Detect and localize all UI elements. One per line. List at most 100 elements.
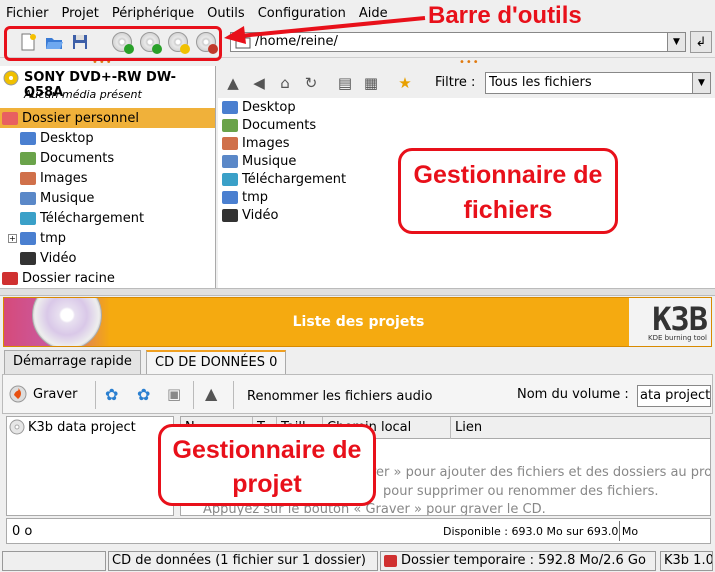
toolbar-separator [193,381,194,409]
project-banner: Liste des projets K3B KDE burning tool [3,297,712,347]
status-version: K3b 1.0 [660,551,713,571]
tree-item-downloads[interactable]: Téléchargement [20,208,144,228]
filter-select[interactable]: Tous les fichiers ▼ [485,72,711,94]
file-item-music[interactable]: Musique [222,152,296,170]
icon-view-icon[interactable]: ▤ [336,74,354,92]
filter-value: Tous les fichiers [489,75,592,90]
tree-item-home[interactable]: Dossier personnel [0,108,215,128]
path-dropdown-button[interactable]: ▼ [667,32,686,52]
project-manager-annotation: Gestionnaire de projet [158,424,376,506]
toolbar-separator [233,381,234,409]
tree-item-documents[interactable]: Documents [20,148,114,168]
annotation-arrow [224,16,426,44]
capacity-marker [619,521,620,541]
toolbar-highlight-frame [4,26,222,61]
file-item-video[interactable]: Vidéo [222,206,278,224]
rename-audio-button[interactable]: Renommer les fichiers audio [247,389,432,404]
k3b-logo-text: K3B [652,300,708,338]
home-icon[interactable]: ⌂ [276,74,294,92]
burn-icon [9,385,27,403]
remove-files-icon[interactable]: ✿ [137,385,150,404]
music-folder-icon [20,191,36,205]
tree-item-music[interactable]: Musique [20,188,94,208]
toolbar-annotation: Barre d'outils [428,2,582,29]
reload-icon[interactable]: ↻ [302,74,320,92]
file-label: tmp [242,189,269,205]
tree-item-root[interactable]: Dossier racine [2,268,115,288]
project-toolbar: Graver ✿ ✿ ▣ ▲ Renommer les fichiers aud… [2,374,713,414]
toolbar-separator [95,381,96,409]
tree-item-label: Vidéo [40,250,77,266]
tree-item-label: Musique [40,190,95,206]
burn-button[interactable]: Graver [9,385,77,403]
file-label: Desktop [242,99,296,115]
properties-icon[interactable]: ▣ [167,385,181,403]
available-size: Disponible : 693.0 Mo sur 693.0 Mo [443,525,639,538]
file-item-documents[interactable]: Documents [222,116,316,134]
column-link[interactable]: Lien [451,417,710,439]
tree-item-label: Documents [40,150,115,166]
optical-drive-icon [3,70,19,86]
project-tabs: Démarrage rapide CD DE DONNÉES 0 [0,348,715,374]
video-folder-icon [20,251,36,265]
chevron-down-icon: ▼ [692,73,710,93]
hint-add-files: rer » pour ajouter des fichiers et des d… [371,465,711,480]
status-temp-dir: Dossier temporaire : 592.8 Mo/2.6 Go [380,551,656,571]
tree-item-desktop[interactable]: Desktop [20,128,94,148]
up-arrow-icon[interactable]: ▲ [224,74,242,92]
root-folder-icon [2,271,18,285]
tab-quick-start[interactable]: Démarrage rapide [4,350,141,374]
disc-size-bar: 0 o Disponible : 693.0 Mo sur 693.0 Mo [6,518,711,544]
project-root-label: K3b data project [28,419,136,435]
add-files-icon[interactable]: ✿ [105,385,118,404]
volume-name-label: Nom du volume : [517,387,629,402]
file-item-images[interactable]: Images [222,134,290,152]
device-status: Aucun média présent [24,88,142,101]
cd-icon [9,419,25,435]
tree-item-label: Téléchargement [40,210,145,226]
chevron-down-icon: ▼ [673,37,680,47]
documents-folder-icon [222,118,238,132]
status-project: CD de données (1 fichier sur 1 dossier) [108,551,378,571]
desktop-folder-icon [20,131,36,145]
tree-item-label: Desktop [40,130,94,146]
images-folder-icon [222,136,238,150]
volume-name-input[interactable]: ata project [637,385,711,407]
burn-label: Graver [33,386,78,402]
file-item-tmp[interactable]: tmp [222,188,268,206]
expand-tmp-toggle[interactable]: + [8,234,17,243]
pane-splitter[interactable] [0,288,715,296]
file-item-downloads[interactable]: Téléchargement [222,170,346,188]
tree-item-tmp[interactable]: tmp [20,228,66,248]
menu-projet[interactable]: Projet [62,6,99,21]
status-bar: CD de données (1 fichier sur 1 dossier) … [0,550,715,572]
parent-dir-icon[interactable]: ▲ [205,384,217,403]
go-button[interactable]: ↲ [690,31,712,53]
file-label: Musique [242,153,297,169]
file-manager-annotation: Gestionnaire de fichiers [398,148,618,234]
project-root-item[interactable]: K3b data project [9,419,136,435]
file-label: Images [242,135,290,151]
images-folder-icon [20,171,36,185]
tree-item-video[interactable]: Vidéo [20,248,76,268]
filter-label: Filtre : [435,75,476,90]
file-item-desktop[interactable]: Desktop [222,98,296,116]
menu-peripherique[interactable]: Périphérique [112,6,194,21]
menu-fichier[interactable]: Fichier [6,6,49,21]
tree-item-images[interactable]: Images [20,168,88,188]
return-arrow-icon: ↲ [695,34,707,50]
splitter-grip-icon: ••• [459,57,480,68]
banner-title: Liste des projets [292,314,425,330]
back-arrow-icon[interactable]: ◀ [250,74,268,92]
volume-name-value: ata project [640,388,711,403]
tree-item-label: Images [40,170,88,186]
detail-view-icon[interactable]: ▦ [362,74,380,92]
tree-item-label: Dossier racine [22,270,115,286]
downloads-folder-icon [20,211,36,225]
bookmark-star-icon[interactable]: ★ [396,74,414,92]
documents-folder-icon [20,151,36,165]
tree-item-label: tmp [40,230,67,246]
downloads-folder-icon [222,172,238,186]
tab-data-cd[interactable]: CD DE DONNÉES 0 [146,350,287,374]
music-folder-icon [222,154,238,168]
